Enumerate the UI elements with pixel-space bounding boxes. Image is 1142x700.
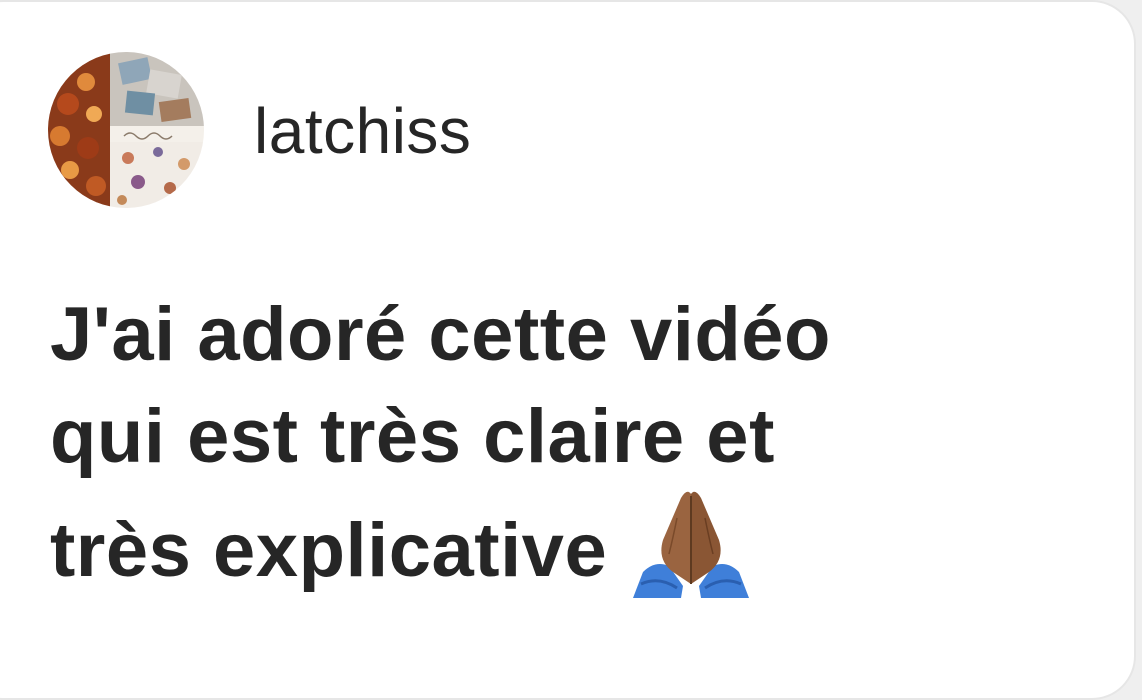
avatar-collage: [48, 52, 204, 208]
comment-line: J'ai adoré cette vidéo: [50, 292, 831, 377]
avatar[interactable]: [48, 52, 204, 208]
comment-line-text: très explicative: [50, 508, 608, 593]
comment-line: qui est très claire et: [50, 394, 775, 479]
folded-hands-icon: [633, 488, 750, 598]
comment-line-last: très explicative: [50, 488, 1110, 602]
comment-text: J'ai adoré cette vidéo qui est très clai…: [50, 284, 1110, 602]
username[interactable]: latchiss: [254, 96, 471, 166]
